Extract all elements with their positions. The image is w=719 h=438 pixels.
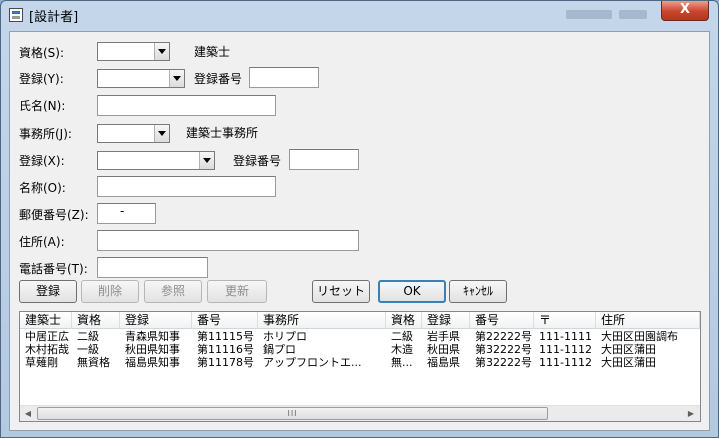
cell-architect: 中居正広 xyxy=(25,330,69,343)
office-registration-number-field[interactable] xyxy=(289,149,359,170)
app-icon xyxy=(9,8,23,22)
cell-office-number: 第32222号 xyxy=(475,356,532,369)
horizontal-scrollbar[interactable]: ◀ III ▶ xyxy=(20,405,700,421)
reset-button[interactable]: リセット xyxy=(312,280,370,303)
registration-label: 登録(Y): xyxy=(19,72,64,86)
chevron-down-icon[interactable] xyxy=(199,152,214,169)
scroll-right-icon[interactable]: ▶ xyxy=(683,406,699,422)
title-bar[interactable]: [設計者] X xyxy=(1,1,718,29)
cell-registration: 福島県知事 xyxy=(125,356,180,369)
cell-qualification: 二級 xyxy=(77,330,99,343)
window-title: [設計者] xyxy=(29,10,79,25)
cell-address: 大田区田園調布 xyxy=(601,330,678,343)
ok-button[interactable]: OK xyxy=(378,280,446,303)
table-row[interactable]: 中居正広 二級 青森県知事 第11115号 ホリプロ 二級 岩手県 第22222… xyxy=(20,330,700,343)
chevron-down-icon[interactable] xyxy=(169,70,184,87)
cell-office-number: 第22222号 xyxy=(475,330,532,343)
registration-number-field[interactable] xyxy=(249,67,319,88)
office-registration-number-label: 登録番号 xyxy=(233,154,282,168)
delete-button[interactable]: 削除 xyxy=(81,280,139,303)
cell-office: ホリプロ xyxy=(263,330,307,343)
postal-code-field[interactable]: - xyxy=(97,203,156,224)
update-button[interactable]: 更新 xyxy=(207,280,267,303)
title-bar-reflection xyxy=(566,10,612,19)
name-label: 氏名(N): xyxy=(19,99,66,113)
dialog-window: [設計者] X 資格(S): 建築士 登録(Y): 登録番号 氏名(N): 事務… xyxy=(0,0,719,438)
cell-architect: 木村拓哉 xyxy=(25,343,69,356)
cell-number: 第11178号 xyxy=(197,356,254,369)
column-header-office-qualification[interactable]: 資格 xyxy=(386,312,422,329)
cell-office-registration: 秋田県 xyxy=(427,343,460,356)
chevron-down-icon[interactable] xyxy=(154,43,169,60)
cell-office-qualification: 木造 xyxy=(391,343,413,356)
column-header-qualification[interactable]: 資格 xyxy=(72,312,120,329)
phone-label: 電話番号(T): xyxy=(19,262,88,276)
registration-combo[interactable] xyxy=(97,69,185,88)
close-button[interactable]: X xyxy=(661,1,709,21)
registration-number-label: 登録番号 xyxy=(194,72,243,86)
designer-list[interactable]: 建築士 資格 登録 番号 事務所 資格 登録 番号 〒 住所 中居正広 二級 青… xyxy=(19,311,701,422)
phone-field[interactable] xyxy=(97,257,208,278)
refer-button[interactable]: 参照 xyxy=(144,280,202,303)
cell-architect: 草薙剛 xyxy=(25,356,58,369)
cell-office-number: 第32222号 xyxy=(475,343,532,356)
name-field[interactable] xyxy=(97,95,276,116)
cell-office-qualification: 無... xyxy=(391,356,413,369)
cell-number: 第11116号 xyxy=(197,343,254,356)
address-field[interactable] xyxy=(97,230,359,251)
title-bar-reflection-2 xyxy=(619,10,647,19)
office-name-label: 名称(O): xyxy=(19,181,66,195)
cell-registration: 秋田県知事 xyxy=(125,343,180,356)
cell-office: 鍋プロ xyxy=(263,343,296,356)
scrollbar-thumb[interactable]: III xyxy=(37,407,548,420)
cell-qualification: 一級 xyxy=(77,343,99,356)
architect-office-label: 建築士事務所 xyxy=(186,126,259,140)
office-label: 事務所(J): xyxy=(19,127,72,141)
cell-office-qualification: 二級 xyxy=(391,330,413,343)
architect-label: 建築士 xyxy=(194,45,231,59)
table-row[interactable]: 草薙剛 無資格 福島県知事 第11178号 アップフロントエ... 無... 福… xyxy=(20,356,700,369)
column-header-office[interactable]: 事務所 xyxy=(258,312,386,329)
address-label: 住所(A): xyxy=(19,235,65,249)
qualification-label: 資格(S): xyxy=(19,46,65,60)
cell-postal-code: 111-1112 xyxy=(539,343,592,356)
office-combo[interactable] xyxy=(97,124,170,143)
cell-address: 大田区蒲田 xyxy=(601,356,656,369)
column-header-registration[interactable]: 登録 xyxy=(120,312,192,329)
column-header-office-number[interactable]: 番号 xyxy=(470,312,534,329)
cell-office: アップフロントエ... xyxy=(263,356,362,369)
cell-address: 大田区蒲田 xyxy=(601,343,656,356)
cell-office-registration: 岩手県 xyxy=(427,330,460,343)
cell-number: 第11115号 xyxy=(197,330,254,343)
scroll-left-icon[interactable]: ◀ xyxy=(20,406,36,422)
column-header-architect[interactable]: 建築士 xyxy=(20,312,72,329)
cell-postal-code: 111-1111 xyxy=(539,330,592,343)
list-header: 建築士 資格 登録 番号 事務所 資格 登録 番号 〒 住所 xyxy=(20,312,700,329)
chevron-down-icon[interactable] xyxy=(154,125,169,142)
column-header-office-registration[interactable]: 登録 xyxy=(422,312,470,329)
cell-office-registration: 福島県 xyxy=(427,356,460,369)
office-name-field[interactable] xyxy=(97,176,276,197)
office-registration-combo[interactable] xyxy=(97,151,215,170)
dialog-body: 資格(S): 建築士 登録(Y): 登録番号 氏名(N): 事務所(J): 建築… xyxy=(9,31,710,431)
office-registration-label: 登録(X): xyxy=(19,154,65,168)
cell-postal-code: 111-1112 xyxy=(539,356,592,369)
qualification-combo[interactable] xyxy=(97,42,170,61)
postal-code-label: 郵便番号(Z): xyxy=(19,208,89,222)
table-row[interactable]: 木村拓哉 一級 秋田県知事 第11116号 鍋プロ 木造 秋田県 第32222号… xyxy=(20,343,700,356)
cell-registration: 青森県知事 xyxy=(125,330,180,343)
column-header-number[interactable]: 番号 xyxy=(192,312,258,329)
column-header-postal-code[interactable]: 〒 xyxy=(534,312,596,329)
cancel-button[interactable]: ｷｬﾝｾﾙ xyxy=(449,280,507,303)
column-header-address[interactable]: 住所 xyxy=(596,312,700,329)
register-button[interactable]: 登録 xyxy=(19,280,77,303)
cell-qualification: 無資格 xyxy=(77,356,110,369)
